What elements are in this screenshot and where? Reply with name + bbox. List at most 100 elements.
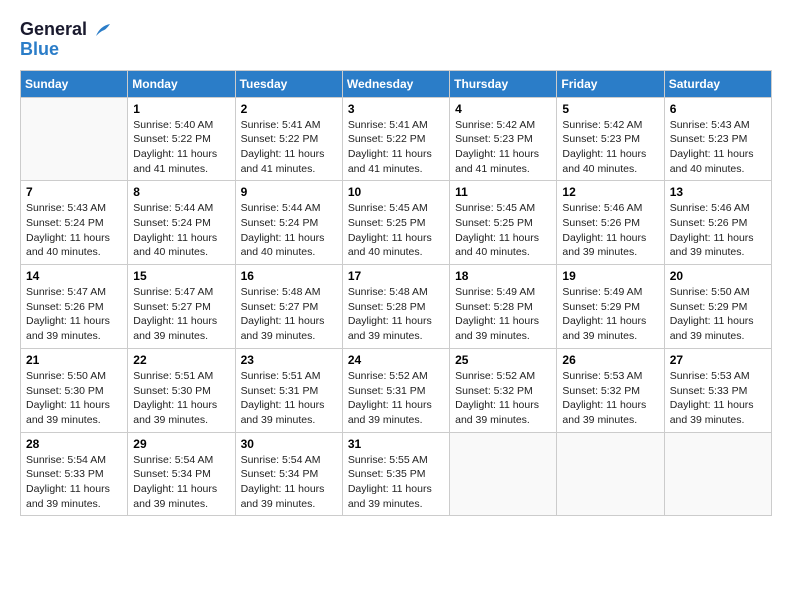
sunrise-text: Sunrise: 5:41 AM: [241, 118, 337, 133]
cell-content: Sunrise: 5:54 AMSunset: 5:33 PMDaylight:…: [26, 453, 122, 512]
logo-bird-icon: [94, 22, 112, 38]
sunrise-text: Sunrise: 5:44 AM: [241, 201, 337, 216]
daylight-text-cont: and 39 minutes.: [133, 413, 229, 428]
sunset-text: Sunset: 5:26 PM: [26, 300, 122, 315]
sunset-text: Sunset: 5:22 PM: [241, 132, 337, 147]
daylight-text: Daylight: 11 hours: [26, 398, 122, 413]
cell-content: Sunrise: 5:54 AMSunset: 5:34 PMDaylight:…: [241, 453, 337, 512]
daylight-text: Daylight: 11 hours: [133, 314, 229, 329]
sunset-text: Sunset: 5:30 PM: [133, 384, 229, 399]
cell-content: Sunrise: 5:46 AMSunset: 5:26 PMDaylight:…: [562, 201, 658, 260]
day-number: 11: [455, 185, 551, 199]
daylight-text: Daylight: 11 hours: [26, 482, 122, 497]
day-number: 7: [26, 185, 122, 199]
cell-content: Sunrise: 5:42 AMSunset: 5:23 PMDaylight:…: [455, 118, 551, 177]
day-number: 8: [133, 185, 229, 199]
day-number: 9: [241, 185, 337, 199]
sunrise-text: Sunrise: 5:52 AM: [455, 369, 551, 384]
cell-content: Sunrise: 5:40 AMSunset: 5:22 PMDaylight:…: [133, 118, 229, 177]
sunrise-text: Sunrise: 5:49 AM: [562, 285, 658, 300]
sunrise-text: Sunrise: 5:54 AM: [241, 453, 337, 468]
cell-content: Sunrise: 5:41 AMSunset: 5:22 PMDaylight:…: [348, 118, 444, 177]
day-number: 10: [348, 185, 444, 199]
sunrise-text: Sunrise: 5:45 AM: [455, 201, 551, 216]
calendar-cell: 15Sunrise: 5:47 AMSunset: 5:27 PMDayligh…: [128, 265, 235, 349]
cell-content: Sunrise: 5:49 AMSunset: 5:28 PMDaylight:…: [455, 285, 551, 344]
daylight-text: Daylight: 11 hours: [562, 147, 658, 162]
day-number: 29: [133, 437, 229, 451]
day-number: 21: [26, 353, 122, 367]
cell-content: Sunrise: 5:43 AMSunset: 5:23 PMDaylight:…: [670, 118, 766, 177]
cell-content: Sunrise: 5:51 AMSunset: 5:30 PMDaylight:…: [133, 369, 229, 428]
daylight-text: Daylight: 11 hours: [455, 231, 551, 246]
daylight-text: Daylight: 11 hours: [455, 314, 551, 329]
daylight-text-cont: and 39 minutes.: [26, 497, 122, 512]
daylight-text-cont: and 41 minutes.: [455, 162, 551, 177]
daylight-text: Daylight: 11 hours: [241, 314, 337, 329]
calendar-cell: 25Sunrise: 5:52 AMSunset: 5:32 PMDayligh…: [450, 348, 557, 432]
sunset-text: Sunset: 5:30 PM: [26, 384, 122, 399]
cell-content: Sunrise: 5:47 AMSunset: 5:26 PMDaylight:…: [26, 285, 122, 344]
cell-content: Sunrise: 5:48 AMSunset: 5:27 PMDaylight:…: [241, 285, 337, 344]
daylight-text: Daylight: 11 hours: [670, 147, 766, 162]
sunset-text: Sunset: 5:33 PM: [26, 467, 122, 482]
daylight-text-cont: and 39 minutes.: [455, 413, 551, 428]
day-number: 16: [241, 269, 337, 283]
calendar-cell: [557, 432, 664, 516]
daylight-text: Daylight: 11 hours: [562, 231, 658, 246]
cell-content: Sunrise: 5:53 AMSunset: 5:32 PMDaylight:…: [562, 369, 658, 428]
day-number: 5: [562, 102, 658, 116]
day-number: 20: [670, 269, 766, 283]
daylight-text-cont: and 39 minutes.: [241, 329, 337, 344]
daylight-text-cont: and 40 minutes.: [241, 245, 337, 260]
sunrise-text: Sunrise: 5:53 AM: [562, 369, 658, 384]
daylight-text: Daylight: 11 hours: [241, 231, 337, 246]
day-number: 17: [348, 269, 444, 283]
daylight-text: Daylight: 11 hours: [348, 147, 444, 162]
day-number: 26: [562, 353, 658, 367]
calendar-cell: 2Sunrise: 5:41 AMSunset: 5:22 PMDaylight…: [235, 97, 342, 181]
calendar-cell: 11Sunrise: 5:45 AMSunset: 5:25 PMDayligh…: [450, 181, 557, 265]
calendar-cell: 4 Sunrise: 5:42 AMSunset: 5:23 PMDaylight…: [450, 97, 557, 181]
sunrise-text: Sunrise: 5:54 AM: [26, 453, 122, 468]
day-number: 1: [133, 102, 229, 116]
cell-content: Sunrise: 5:50 AMSunset: 5:30 PMDaylight:…: [26, 369, 122, 428]
calendar-cell: 24Sunrise: 5:52 AMSunset: 5:31 PMDayligh…: [342, 348, 449, 432]
sunset-text: Sunset: 5:34 PM: [133, 467, 229, 482]
cell-content: Sunrise: 5:53 AMSunset: 5:33 PMDaylight:…: [670, 369, 766, 428]
calendar-cell: 10Sunrise: 5:45 AMSunset: 5:25 PMDayligh…: [342, 181, 449, 265]
daylight-text: Daylight: 11 hours: [133, 398, 229, 413]
calendar-cell: 19Sunrise: 5:49 AMSunset: 5:29 PMDayligh…: [557, 265, 664, 349]
daylight-text-cont: and 39 minutes.: [348, 329, 444, 344]
daylight-text-cont: and 40 minutes.: [26, 245, 122, 260]
calendar-cell: 5 Sunrise: 5:42 AMSunset: 5:23 PMDaylight…: [557, 97, 664, 181]
day-number: 4: [455, 102, 551, 116]
col-header-friday: Friday: [557, 70, 664, 97]
calendar-cell: 1 Sunrise: 5:40 AMSunset: 5:22 PMDaylight…: [128, 97, 235, 181]
sunrise-text: Sunrise: 5:49 AM: [455, 285, 551, 300]
col-header-thursday: Thursday: [450, 70, 557, 97]
day-number: 14: [26, 269, 122, 283]
calendar-cell: 3Sunrise: 5:41 AMSunset: 5:22 PMDaylight…: [342, 97, 449, 181]
day-number: 24: [348, 353, 444, 367]
cell-content: Sunrise: 5:51 AMSunset: 5:31 PMDaylight:…: [241, 369, 337, 428]
day-number: 27: [670, 353, 766, 367]
col-header-tuesday: Tuesday: [235, 70, 342, 97]
cell-content: Sunrise: 5:43 AMSunset: 5:24 PMDaylight:…: [26, 201, 122, 260]
sunset-text: Sunset: 5:28 PM: [348, 300, 444, 315]
logo-blue: Blue: [20, 40, 59, 60]
day-number: 22: [133, 353, 229, 367]
daylight-text-cont: and 40 minutes.: [133, 245, 229, 260]
day-number: 25: [455, 353, 551, 367]
sunrise-text: Sunrise: 5:45 AM: [348, 201, 444, 216]
logo-general: General: [20, 19, 87, 39]
day-number: 12: [562, 185, 658, 199]
daylight-text-cont: and 39 minutes.: [562, 245, 658, 260]
cell-content: Sunrise: 5:42 AMSunset: 5:23 PMDaylight:…: [562, 118, 658, 177]
sunrise-text: Sunrise: 5:50 AM: [670, 285, 766, 300]
cell-content: Sunrise: 5:48 AMSunset: 5:28 PMDaylight:…: [348, 285, 444, 344]
sunset-text: Sunset: 5:24 PM: [26, 216, 122, 231]
sunset-text: Sunset: 5:23 PM: [670, 132, 766, 147]
sunrise-text: Sunrise: 5:43 AM: [26, 201, 122, 216]
sunrise-text: Sunrise: 5:47 AM: [26, 285, 122, 300]
